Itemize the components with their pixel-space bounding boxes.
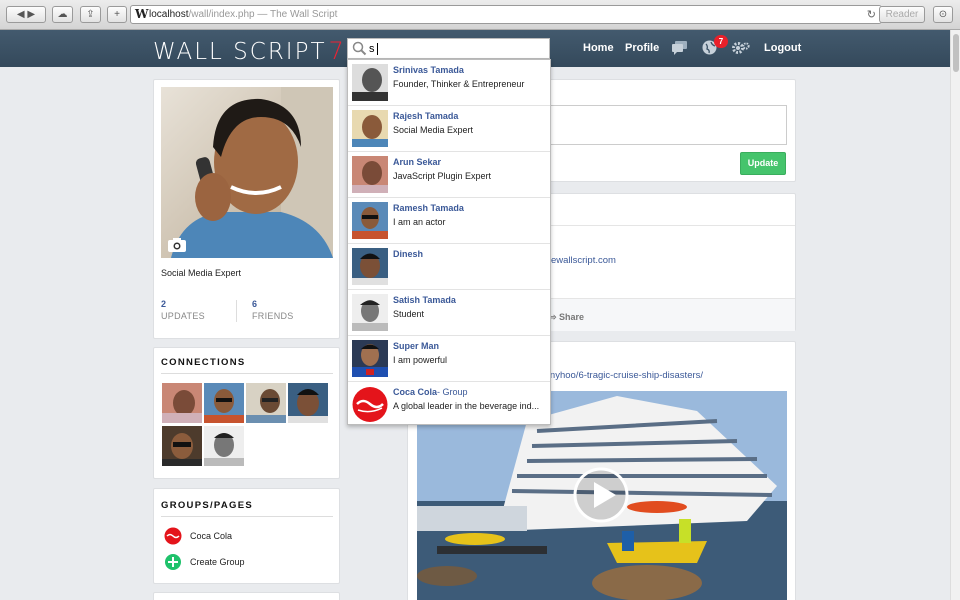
updates-count[interactable]: 2: [161, 299, 166, 309]
groups-title: GROUPS/PAGES: [161, 500, 253, 511]
profile-photo[interactable]: [161, 87, 333, 258]
section-divider: [161, 516, 333, 517]
profile-headline: Social Media Expert: [161, 268, 242, 278]
search-icon: [352, 41, 367, 56]
search-result-item[interactable]: Rajesh Tamada Social Media Expert: [348, 106, 550, 152]
search-result-item[interactable]: Super Man I am powerful: [348, 336, 550, 382]
page-scrollbar[interactable]: [950, 30, 960, 600]
logo[interactable]: WALL SCRIPT7: [153, 37, 346, 65]
result-avatar: [352, 64, 388, 101]
search-result-item[interactable]: Satish Tamada Student: [348, 290, 550, 336]
result-avatar: [352, 202, 388, 239]
scrollbar-thumb[interactable]: [953, 34, 959, 72]
site-favicon: W: [135, 7, 149, 21]
address-text: localhost/wall/index.php — The Wall Scri…: [149, 9, 338, 20]
search-result-item[interactable]: Ramesh Tamada I am an actor: [348, 198, 550, 244]
connection-avatar[interactable]: [162, 383, 202, 423]
update-button[interactable]: Update: [740, 152, 786, 175]
result-avatar: [352, 248, 388, 285]
address-bar[interactable]: W localhost/wall/index.php — The Wall Sc…: [130, 5, 882, 24]
search-result-item[interactable]: Srinivas Tamada Founder, Thinker & Entre…: [348, 60, 550, 106]
result-avatar: [352, 294, 388, 331]
result-avatar: [352, 340, 388, 377]
profile-card: Social Media Expert 2 UPDATES 6 FRIENDS: [153, 79, 340, 339]
updates-label[interactable]: UPDATES: [161, 311, 205, 321]
messages-icon[interactable]: [671, 40, 688, 55]
result-avatar: [352, 386, 388, 423]
connection-avatar[interactable]: [162, 426, 202, 466]
downloads-icon[interactable]: ⊙: [933, 6, 953, 23]
status-textarea[interactable]: [544, 105, 787, 145]
nav-logout-link[interactable]: Logout: [764, 42, 801, 54]
search-result-item[interactable]: Coca Cola- Group A global leader in the …: [348, 382, 550, 425]
new-tab-button[interactable]: +: [107, 6, 127, 23]
nav-home-link[interactable]: Home: [583, 42, 614, 54]
groups-card: GROUPS/PAGES Coca Cola Create Group: [153, 488, 340, 584]
settings-gear-icon[interactable]: [731, 41, 750, 55]
share-button[interactable]: ⇨ Share: [549, 312, 584, 323]
friends-label[interactable]: FRIENDS: [252, 311, 294, 321]
nav-profile-link[interactable]: Profile: [625, 42, 659, 54]
share-button[interactable]: ⇪: [80, 6, 101, 23]
add-icon: [165, 554, 181, 570]
connections-title: CONNECTIONS: [161, 357, 246, 368]
stats-divider: [236, 300, 237, 322]
search-results-dropdown: Srinivas Tamada Founder, Thinker & Entre…: [347, 59, 551, 425]
search-input[interactable]: s: [347, 38, 550, 59]
play-icon[interactable]: [572, 466, 630, 524]
search-result-item[interactable]: Dinesh: [348, 244, 550, 290]
browser-toolbar: ◀ ▶ ☁ ⇪ + W localhost/wall/index.php — T…: [0, 0, 960, 30]
result-avatar: [352, 110, 388, 147]
next-card: [153, 592, 340, 600]
create-group-button[interactable]: Create Group: [164, 553, 324, 571]
coca-cola-logo-icon: [164, 527, 182, 545]
post-link[interactable]: ewallscript.com: [551, 255, 616, 266]
icloud-tabs-button[interactable]: ☁: [52, 6, 73, 23]
connection-avatar[interactable]: [246, 383, 286, 423]
section-divider: [161, 373, 333, 374]
notification-badge: 7: [714, 35, 728, 48]
connection-avatar[interactable]: [204, 426, 244, 466]
connection-avatar[interactable]: [288, 383, 328, 423]
friends-count[interactable]: 6: [252, 299, 257, 309]
reader-button[interactable]: Reader: [879, 6, 925, 23]
reload-icon[interactable]: ↻: [867, 8, 876, 21]
connection-avatar[interactable]: [204, 383, 244, 423]
back-forward-buttons[interactable]: ◀ ▶: [6, 6, 46, 23]
change-photo-camera-icon[interactable]: [167, 237, 187, 253]
result-avatar: [352, 156, 388, 193]
connections-card: CONNECTIONS: [153, 347, 340, 479]
post-link[interactable]: /anyhoo/6-tragic-cruise-ship-disasters/: [542, 370, 703, 381]
group-item-coca-cola[interactable]: Coca Cola: [164, 527, 324, 545]
search-result-item[interactable]: Arun Sekar JavaScript Plugin Expert: [348, 152, 550, 198]
